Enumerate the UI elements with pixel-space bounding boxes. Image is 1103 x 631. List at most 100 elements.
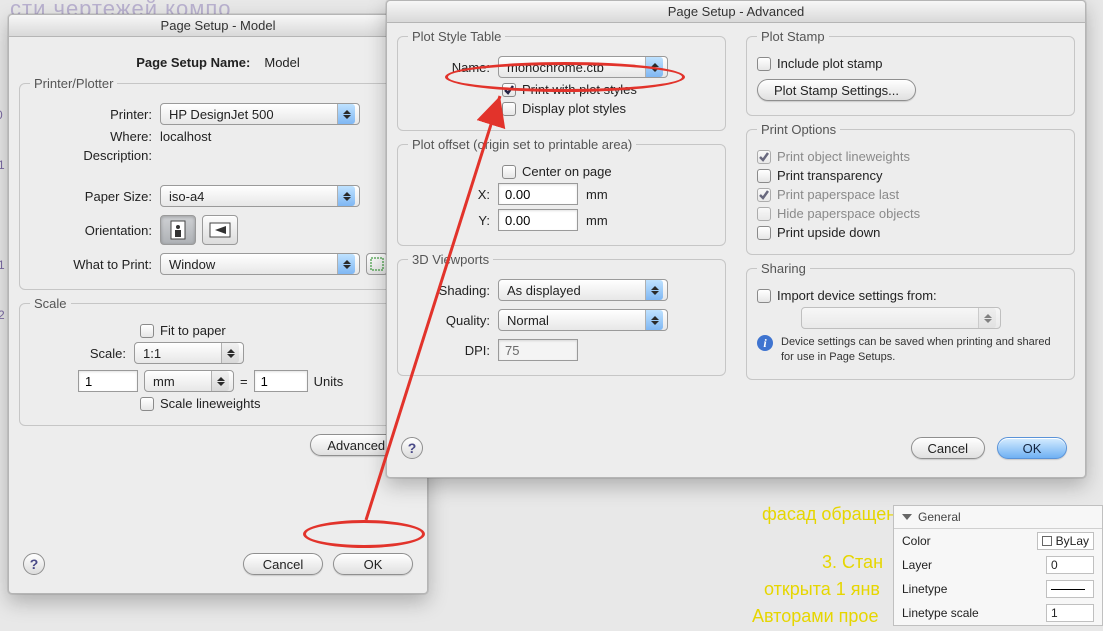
orientation-label: Orientation: xyxy=(30,223,160,238)
group-legend: Plot Stamp xyxy=(757,29,829,44)
bg-tick: -2 xyxy=(0,308,5,322)
prop-linetype-scale-label: Linetype scale xyxy=(902,606,979,620)
offset-x-label: X: xyxy=(408,187,498,202)
background-text: открыта 1 янв xyxy=(764,575,880,604)
group-3d-viewports: 3D Viewports Shading: As displayed Quali… xyxy=(397,252,726,376)
prop-layer-label: Layer xyxy=(902,558,932,572)
cancel-button[interactable]: Cancel xyxy=(243,553,323,575)
group-legend: 3D Viewports xyxy=(408,252,493,267)
include-plot-stamp-label: Include plot stamp xyxy=(777,56,883,71)
printer-label: Printer: xyxy=(30,107,160,122)
print-transparency-checkbox[interactable]: Print transparency xyxy=(757,168,883,183)
ok-button[interactable]: OK xyxy=(997,437,1067,459)
dialog-page-setup-advanced: Page Setup - Advanced Plot Style Table N… xyxy=(386,0,1086,478)
properties-header-label: General xyxy=(918,510,961,524)
quality-value: Normal xyxy=(507,313,549,328)
help-button[interactable]: ? xyxy=(401,437,423,459)
group-printer-plotter: Printer/Plotter Printer: HP DesignJet 50… xyxy=(19,76,417,290)
properties-group-header[interactable]: General xyxy=(894,506,1102,529)
offset-x-input[interactable] xyxy=(498,183,578,205)
pick-window-button[interactable] xyxy=(366,253,388,275)
fit-to-paper-checkbox[interactable]: Fit to paper xyxy=(140,323,226,338)
print-upside-down-checkbox[interactable]: Print upside down xyxy=(757,225,880,240)
scale-unit-select[interactable]: mm xyxy=(144,370,234,392)
quality-select[interactable]: Normal xyxy=(498,309,668,331)
offset-y-input[interactable] xyxy=(498,209,578,231)
offset-x-unit: mm xyxy=(586,187,608,202)
print-paperspace-label: Print paperspace last xyxy=(777,187,899,202)
plot-stamp-settings-button[interactable]: Plot Stamp Settings... xyxy=(757,79,916,101)
where-value: localhost xyxy=(160,129,211,144)
print-upside-down-label: Print upside down xyxy=(777,225,880,240)
description-label: Description: xyxy=(30,148,160,163)
what-to-print-label: What to Print: xyxy=(30,257,160,272)
group-plot-style-table: Plot Style Table Name: monochrome.ctb Pr… xyxy=(397,29,726,131)
shading-label: Shading: xyxy=(408,283,498,298)
quality-label: Quality: xyxy=(408,313,498,328)
equals-label: = xyxy=(240,374,248,389)
prop-linetype-value[interactable] xyxy=(1046,580,1094,598)
prop-color-value[interactable]: ByLay xyxy=(1037,532,1094,550)
scale-right-input[interactable] xyxy=(254,370,308,392)
group-legend: Plot offset (origin set to printable are… xyxy=(408,137,636,152)
printer-select[interactable]: HP DesignJet 500 xyxy=(160,103,360,125)
group-sharing: Sharing Import device settings from: i D… xyxy=(746,261,1075,380)
offset-y-label: Y: xyxy=(408,213,498,228)
what-to-print-select[interactable]: Window xyxy=(160,253,360,275)
units-label: Units xyxy=(314,374,344,389)
what-to-print-value: Window xyxy=(169,257,215,272)
bg-tick: 0 xyxy=(0,108,3,122)
hide-paperspace-checkbox: Hide paperspace objects xyxy=(757,206,920,221)
dropdown-arrows-icon xyxy=(645,57,663,77)
ctb-name-label: Name: xyxy=(408,60,498,75)
group-legend: Scale xyxy=(30,296,71,311)
selection-icon xyxy=(370,257,384,271)
display-plot-styles-checkbox[interactable]: Display plot styles xyxy=(502,101,626,116)
dropdown-arrows-icon xyxy=(645,310,663,330)
include-plot-stamp-checkbox[interactable]: Include plot stamp xyxy=(757,56,883,71)
background-text: Авторами прое xyxy=(752,602,878,631)
linetype-sample-icon xyxy=(1051,589,1085,590)
center-on-page-checkbox[interactable]: Center on page xyxy=(502,164,612,179)
dropdown-arrows-icon xyxy=(645,280,663,300)
landscape-icon xyxy=(209,222,231,238)
ctb-name-select[interactable]: monochrome.ctb xyxy=(498,56,668,78)
group-legend: Print Options xyxy=(757,122,840,137)
dropdown-arrows-icon xyxy=(337,254,355,274)
window-title: Page Setup - Model xyxy=(9,15,427,37)
disclosure-triangle-icon xyxy=(902,514,912,520)
bg-tick: -1 xyxy=(0,258,5,272)
fit-to-paper-label: Fit to paper xyxy=(160,323,226,338)
prop-layer-value[interactable]: 0 xyxy=(1046,556,1094,574)
dialog-page-setup-model: Page Setup - Model Page Setup Name: Mode… xyxy=(8,14,428,594)
dropdown-arrows-icon xyxy=(211,371,229,391)
scale-lineweights-checkbox[interactable]: Scale lineweights xyxy=(140,396,260,411)
print-lineweights-label: Print object lineweights xyxy=(777,149,910,164)
ok-button[interactable]: OK xyxy=(333,553,413,575)
orientation-landscape-button[interactable] xyxy=(202,215,238,245)
prop-linetype-scale-value[interactable]: 1 xyxy=(1046,604,1094,622)
orientation-portrait-button[interactable] xyxy=(160,215,196,245)
group-plot-offset: Plot offset (origin set to printable are… xyxy=(397,137,726,246)
print-with-plot-styles-checkbox[interactable]: Print with plot styles xyxy=(502,82,637,97)
paper-size-select[interactable]: iso-a4 xyxy=(160,185,360,207)
scale-select[interactable]: 1:1 xyxy=(134,342,244,364)
cancel-button[interactable]: Cancel xyxy=(911,437,985,459)
help-button[interactable]: ? xyxy=(23,553,45,575)
import-device-settings-checkbox[interactable]: Import device settings from: xyxy=(757,288,937,303)
print-with-plot-styles-label: Print with plot styles xyxy=(522,82,637,97)
prop-linetype-label: Linetype xyxy=(902,582,947,596)
dropdown-arrows-icon xyxy=(978,308,996,328)
dpi-input xyxy=(498,339,578,361)
scale-left-input[interactable] xyxy=(78,370,138,392)
offset-y-unit: mm xyxy=(586,213,608,228)
shading-select[interactable]: As displayed xyxy=(498,279,668,301)
portrait-icon xyxy=(170,220,186,240)
print-paperspace-checkbox: Print paperspace last xyxy=(757,187,899,202)
background-text: 3. Стан xyxy=(822,548,883,577)
page-setup-name-value: Model xyxy=(264,55,299,70)
bg-tick: -1 xyxy=(0,158,5,172)
paper-size-value: iso-a4 xyxy=(169,189,204,204)
ctb-name-value: monochrome.ctb xyxy=(507,60,604,75)
dropdown-arrows-icon xyxy=(221,343,239,363)
